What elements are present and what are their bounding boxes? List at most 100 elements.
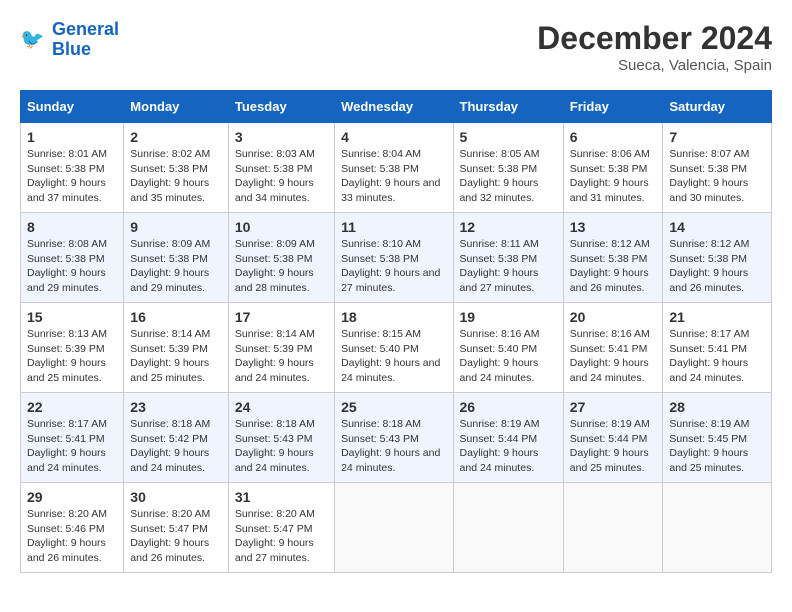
day-info: Sunrise: 8:12 AMSunset: 5:38 PMDaylight:… [669, 237, 765, 296]
calendar-day-cell: 3 Sunrise: 8:03 AMSunset: 5:38 PMDaylight… [228, 123, 334, 213]
day-number: 9 [130, 219, 222, 235]
calendar-day-cell: 24 Sunrise: 8:18 AMSunset: 5:43 PMDayligh… [228, 393, 334, 483]
day-number: 5 [460, 129, 557, 145]
day-number: 23 [130, 399, 222, 415]
day-info: Sunrise: 8:02 AMSunset: 5:38 PMDaylight:… [130, 147, 222, 206]
title-block: December 2024 Sueca, Valencia, Spain [537, 20, 772, 74]
svg-text:🐦: 🐦 [20, 28, 44, 50]
logo-text: General Blue [52, 20, 119, 60]
calendar-day-cell: 16Sunrise: 8:14 AMSunset: 5:39 PMDayligh… [124, 303, 229, 393]
weekday-header-saturday: Saturday [663, 91, 772, 123]
calendar-day-cell: 10 Sunrise: 8:09 AMSunset: 5:38 PMDayligh… [228, 213, 334, 303]
day-number: 22 [27, 399, 117, 415]
day-info: Sunrise: 8:11 AMSunset: 5:38 PMDaylight:… [460, 237, 557, 296]
day-number: 27 [570, 399, 657, 415]
calendar-day-cell: 18 Sunrise: 8:15 AMSunset: 5:40 PMDayligh… [335, 303, 453, 393]
day-info: Sunrise: 8:18 AMSunset: 5:42 PMDaylight:… [130, 417, 222, 476]
calendar-day-cell: 23 Sunrise: 8:18 AMSunset: 5:42 PMDayligh… [124, 393, 229, 483]
day-number: 24 [235, 399, 328, 415]
day-info: Sunrise: 8:17 AMSunset: 5:41 PMDaylight:… [27, 417, 117, 476]
day-info: Sunrise: 8:03 AMSunset: 5:38 PMDaylight:… [235, 147, 328, 206]
location-subtitle: Sueca, Valencia, Spain [537, 57, 772, 74]
calendar-day-cell: 30Sunrise: 8:20 AMSunset: 5:47 PMDayligh… [124, 483, 229, 573]
calendar-week-row: 1Sunrise: 8:01 AMSunset: 5:38 PMDaylight… [21, 123, 772, 213]
day-number: 3 [235, 129, 328, 145]
day-number: 25 [341, 399, 446, 415]
day-number: 4 [341, 129, 446, 145]
day-info: Sunrise: 8:14 AMSunset: 5:39 PMDaylight:… [235, 327, 328, 386]
calendar-table: SundayMondayTuesdayWednesdayThursdayFrid… [20, 90, 772, 573]
calendar-day-cell: 6Sunrise: 8:06 AMSunset: 5:38 PMDaylight… [563, 123, 663, 213]
calendar-day-cell: 11 Sunrise: 8:10 AMSunset: 5:38 PMDayligh… [335, 213, 453, 303]
day-info: Sunrise: 8:12 AMSunset: 5:38 PMDaylight:… [570, 237, 657, 296]
calendar-day-cell: 4 Sunrise: 8:04 AMSunset: 5:38 PMDaylight… [335, 123, 453, 213]
month-year-title: December 2024 [537, 20, 772, 57]
day-info: Sunrise: 8:20 AMSunset: 5:46 PMDaylight:… [27, 507, 117, 566]
calendar-day-cell: 14 Sunrise: 8:12 AMSunset: 5:38 PMDayligh… [663, 213, 772, 303]
weekday-header-wednesday: Wednesday [335, 91, 453, 123]
calendar-day-cell [663, 483, 772, 573]
day-number: 15 [27, 309, 117, 325]
logo-line2: Blue [52, 39, 91, 59]
day-number: 7 [669, 129, 765, 145]
day-info: Sunrise: 8:18 AMSunset: 5:43 PMDaylight:… [235, 417, 328, 476]
day-info: Sunrise: 8:16 AMSunset: 5:41 PMDaylight:… [570, 327, 657, 386]
day-info: Sunrise: 8:07 AMSunset: 5:38 PMDaylight:… [669, 147, 765, 206]
day-number: 2 [130, 129, 222, 145]
day-number: 30 [130, 489, 222, 505]
calendar-day-cell: 17 Sunrise: 8:14 AMSunset: 5:39 PMDayligh… [228, 303, 334, 393]
day-info: Sunrise: 8:19 AMSunset: 5:45 PMDaylight:… [669, 417, 765, 476]
calendar-week-row: 29 Sunrise: 8:20 AMSunset: 5:46 PMDayligh… [21, 483, 772, 573]
day-info: Sunrise: 8:04 AMSunset: 5:38 PMDaylight:… [341, 147, 446, 206]
day-number: 17 [235, 309, 328, 325]
logo-line1: General [52, 19, 119, 39]
day-info: Sunrise: 8:19 AMSunset: 5:44 PMDaylight:… [570, 417, 657, 476]
calendar-week-row: 22 Sunrise: 8:17 AMSunset: 5:41 PMDayligh… [21, 393, 772, 483]
day-info: Sunrise: 8:05 AMSunset: 5:38 PMDaylight:… [460, 147, 557, 206]
day-number: 18 [341, 309, 446, 325]
calendar-day-cell: 26Sunrise: 8:19 AMSunset: 5:44 PMDayligh… [453, 393, 563, 483]
day-info: Sunrise: 8:13 AMSunset: 5:39 PMDaylight:… [27, 327, 117, 386]
day-info: Sunrise: 8:09 AMSunset: 5:38 PMDaylight:… [235, 237, 328, 296]
calendar-day-cell: 19Sunrise: 8:16 AMSunset: 5:40 PMDayligh… [453, 303, 563, 393]
weekday-header-tuesday: Tuesday [228, 91, 334, 123]
day-info: Sunrise: 8:08 AMSunset: 5:38 PMDaylight:… [27, 237, 117, 296]
day-number: 8 [27, 219, 117, 235]
calendar-week-row: 15 Sunrise: 8:13 AMSunset: 5:39 PMDayligh… [21, 303, 772, 393]
calendar-day-cell [453, 483, 563, 573]
calendar-day-cell: 25 Sunrise: 8:18 AMSunset: 5:43 PMDayligh… [335, 393, 453, 483]
weekday-header-friday: Friday [563, 91, 663, 123]
weekday-header-thursday: Thursday [453, 91, 563, 123]
calendar-day-cell: 27 Sunrise: 8:19 AMSunset: 5:44 PMDayligh… [563, 393, 663, 483]
calendar-day-cell: 22 Sunrise: 8:17 AMSunset: 5:41 PMDayligh… [21, 393, 124, 483]
page-header: 🐦 General Blue December 2024 Sueca, Vale… [20, 20, 772, 74]
day-info: Sunrise: 8:15 AMSunset: 5:40 PMDaylight:… [341, 327, 446, 386]
calendar-day-cell: 12 Sunrise: 8:11 AMSunset: 5:38 PMDayligh… [453, 213, 563, 303]
day-number: 31 [235, 489, 328, 505]
day-info: Sunrise: 8:19 AMSunset: 5:44 PMDaylight:… [460, 417, 557, 476]
calendar-day-cell: 2 Sunrise: 8:02 AMSunset: 5:38 PMDaylight… [124, 123, 229, 213]
day-number: 19 [460, 309, 557, 325]
day-number: 12 [460, 219, 557, 235]
day-number: 10 [235, 219, 328, 235]
calendar-day-cell: 15 Sunrise: 8:13 AMSunset: 5:39 PMDayligh… [21, 303, 124, 393]
day-number: 14 [669, 219, 765, 235]
calendar-day-cell: 9 Sunrise: 8:09 AMSunset: 5:38 PMDaylight… [124, 213, 229, 303]
weekday-header-monday: Monday [124, 91, 229, 123]
day-number: 13 [570, 219, 657, 235]
day-info: Sunrise: 8:10 AMSunset: 5:38 PMDaylight:… [341, 237, 446, 296]
calendar-day-cell: 21 Sunrise: 8:17 AMSunset: 5:41 PMDayligh… [663, 303, 772, 393]
logo-icon: 🐦 [20, 26, 48, 54]
day-info: Sunrise: 8:18 AMSunset: 5:43 PMDaylight:… [341, 417, 446, 476]
calendar-day-cell: 8 Sunrise: 8:08 AMSunset: 5:38 PMDaylight… [21, 213, 124, 303]
calendar-day-cell: 5 Sunrise: 8:05 AMSunset: 5:38 PMDaylight… [453, 123, 563, 213]
day-info: Sunrise: 8:17 AMSunset: 5:41 PMDaylight:… [669, 327, 765, 386]
day-number: 11 [341, 219, 446, 235]
calendar-day-cell: 1Sunrise: 8:01 AMSunset: 5:38 PMDaylight… [21, 123, 124, 213]
calendar-day-cell: 13 Sunrise: 8:12 AMSunset: 5:38 PMDayligh… [563, 213, 663, 303]
day-number: 16 [130, 309, 222, 325]
day-number: 29 [27, 489, 117, 505]
day-number: 21 [669, 309, 765, 325]
day-number: 6 [570, 129, 657, 145]
day-info: Sunrise: 8:09 AMSunset: 5:38 PMDaylight:… [130, 237, 222, 296]
